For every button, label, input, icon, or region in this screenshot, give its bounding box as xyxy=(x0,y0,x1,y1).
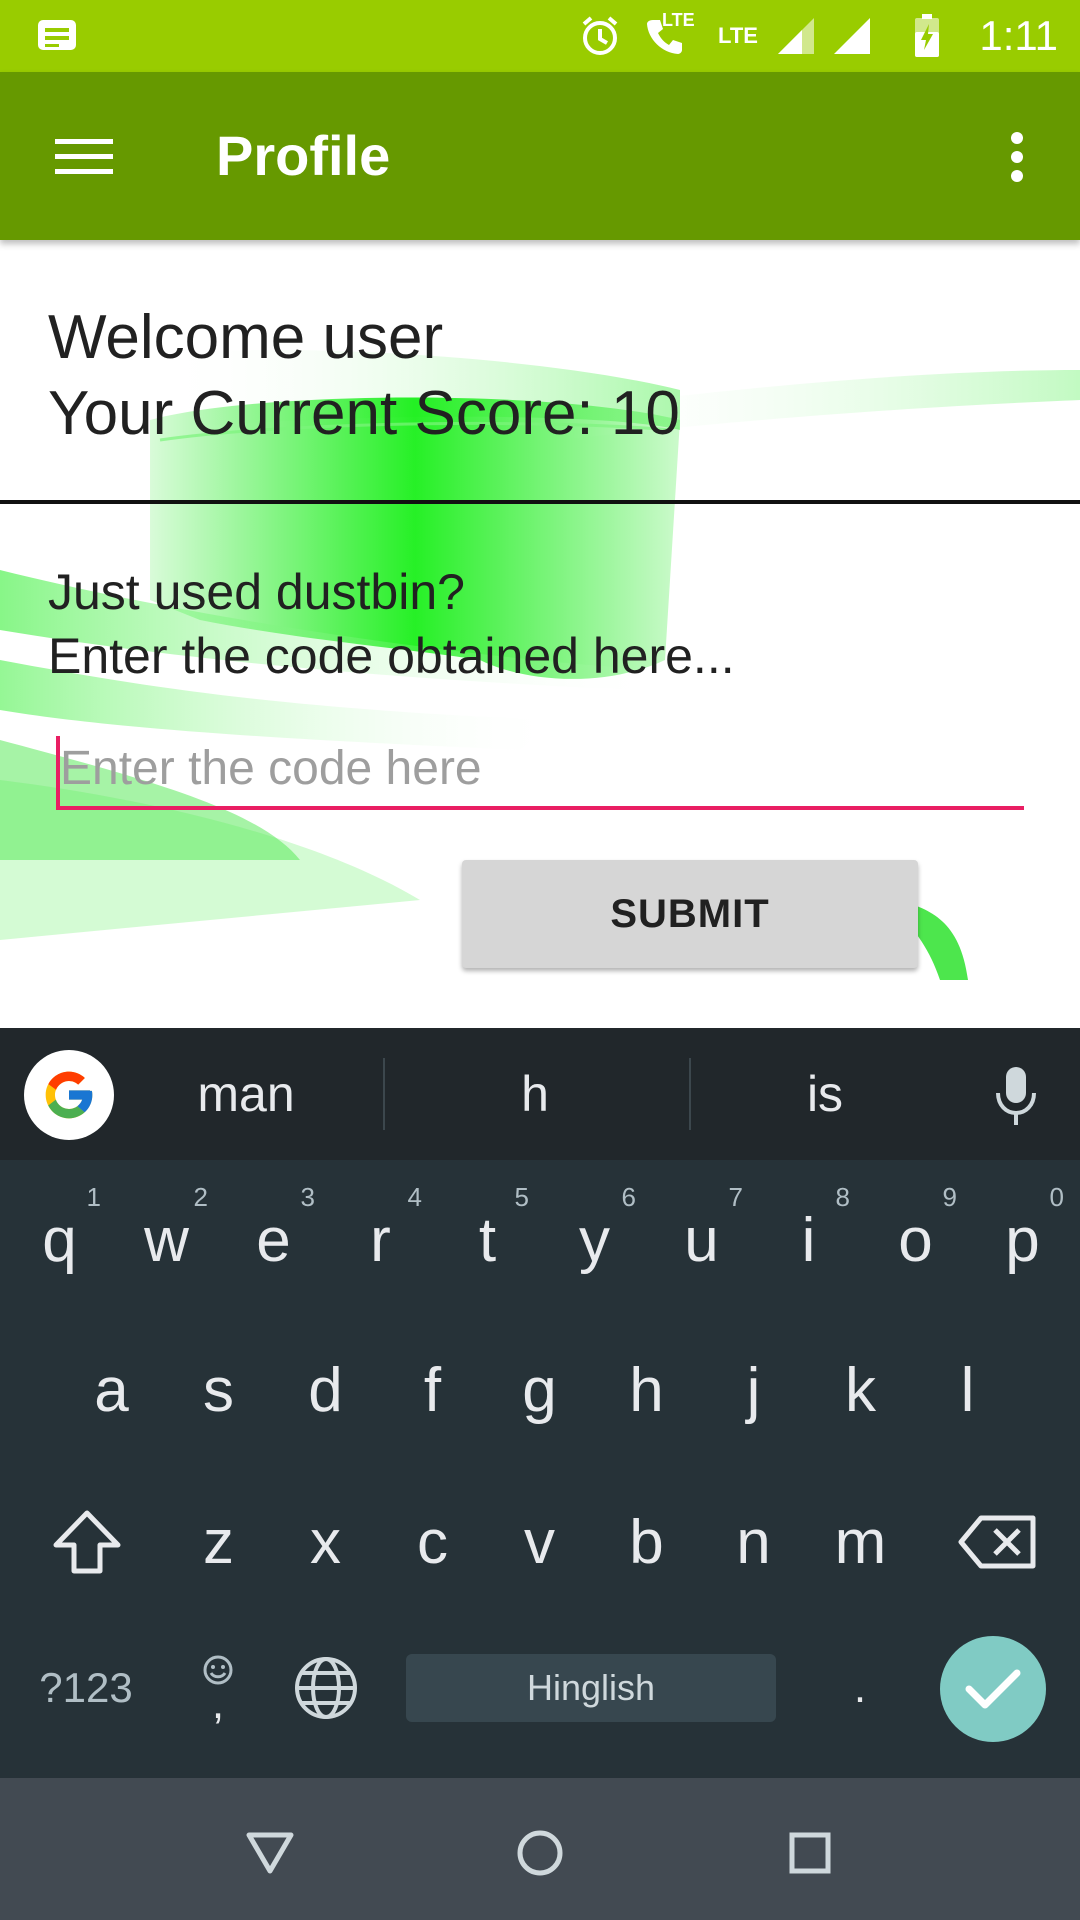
key-y[interactable]: y6 xyxy=(541,1170,648,1310)
suggestion-strip: man h is xyxy=(0,1028,1080,1160)
welcome-block: Welcome user Your Current Score: 10 xyxy=(48,300,680,452)
backspace-icon[interactable] xyxy=(932,1472,1062,1612)
enter-check-icon[interactable] xyxy=(940,1636,1046,1742)
key-o[interactable]: o9 xyxy=(862,1170,969,1310)
suggestion-divider xyxy=(383,1058,385,1130)
space-bar[interactable]: Hinglish xyxy=(406,1654,776,1722)
suggestion-1[interactable]: man xyxy=(132,1028,360,1160)
key-w[interactable]: w2 xyxy=(113,1170,220,1310)
suggestion-2[interactable]: h xyxy=(420,1028,650,1160)
hamburger-menu-icon[interactable] xyxy=(40,122,128,192)
home-icon[interactable] xyxy=(495,1808,585,1898)
suggestion-3[interactable]: is xyxy=(710,1028,940,1160)
key-k[interactable]: k xyxy=(807,1320,914,1460)
app-bar: Profile xyxy=(0,72,1080,240)
symbols-key[interactable]: ?123 xyxy=(16,1618,156,1758)
current-score: Your Current Score: 10 xyxy=(48,379,680,448)
key-u[interactable]: u7 xyxy=(648,1170,755,1310)
key-d[interactable]: d xyxy=(272,1320,379,1460)
clock: 1:11 xyxy=(979,12,1058,59)
comma-label: , xyxy=(211,1679,225,1728)
key-m[interactable]: m xyxy=(807,1472,914,1612)
google-icon[interactable] xyxy=(24,1050,114,1140)
code-prompt: Just used dustbin? Enter the code obtain… xyxy=(48,560,735,688)
key-x[interactable]: x xyxy=(272,1472,379,1612)
key-g[interactable]: g xyxy=(486,1320,593,1460)
key-v[interactable]: v xyxy=(486,1472,593,1612)
key-e[interactable]: e3 xyxy=(220,1170,327,1310)
key-r[interactable]: r4 xyxy=(327,1170,434,1310)
emoji-comma-key[interactable]: , xyxy=(168,1618,268,1758)
alarm-icon xyxy=(578,0,622,72)
prompt-line-1: Just used dustbin? xyxy=(48,564,465,620)
battery-charging-icon xyxy=(912,0,942,72)
volte-call-icon: LTE xyxy=(636,0,695,72)
lte-indicator: LTE xyxy=(712,0,764,72)
divider xyxy=(0,500,1080,504)
lte-label: LTE xyxy=(718,23,758,48)
key-z[interactable]: z xyxy=(165,1472,272,1612)
period-key[interactable]: . xyxy=(810,1618,910,1758)
navigation-bar xyxy=(0,1778,1080,1920)
microphone-icon[interactable] xyxy=(974,1054,1058,1138)
key-t[interactable]: t5 xyxy=(434,1170,541,1310)
more-vert-icon[interactable] xyxy=(982,122,1052,192)
key-b[interactable]: b xyxy=(593,1472,700,1612)
key-f[interactable]: f xyxy=(379,1320,486,1460)
globe-icon[interactable] xyxy=(276,1618,376,1758)
status-bar: LTE LTE 1:11 xyxy=(0,0,1080,72)
text-cursor xyxy=(56,736,60,808)
key-n[interactable]: n xyxy=(700,1472,807,1612)
suggestion-divider xyxy=(689,1058,691,1130)
welcome-text: Welcome user xyxy=(48,303,444,372)
page-title: Profile xyxy=(216,124,391,187)
soft-keyboard: man h is q1 w2 e3 r4 t5 y6 u7 i8 o9 p0 a… xyxy=(0,1028,1080,1778)
profile-content: Welcome user Your Current Score: 10 Just… xyxy=(0,240,1080,1028)
key-c[interactable]: c xyxy=(379,1472,486,1612)
notification-icon xyxy=(34,0,80,72)
key-j[interactable]: j xyxy=(700,1320,807,1460)
key-q[interactable]: q1 xyxy=(6,1170,113,1310)
lte-label: LTE xyxy=(662,10,695,30)
prompt-line-2: Enter the code obtained here... xyxy=(48,628,735,684)
key-l[interactable]: l xyxy=(914,1320,1021,1460)
key-i[interactable]: i8 xyxy=(755,1170,862,1310)
code-input[interactable] xyxy=(56,730,1024,810)
key-s[interactable]: s xyxy=(165,1320,272,1460)
key-a[interactable]: a xyxy=(58,1320,165,1460)
signal-icon xyxy=(774,0,818,72)
signal-icon xyxy=(830,0,874,72)
key-p[interactable]: p0 xyxy=(969,1170,1076,1310)
back-icon[interactable] xyxy=(225,1808,315,1898)
submit-button[interactable]: SUBMIT xyxy=(462,860,918,968)
recents-icon[interactable] xyxy=(765,1808,855,1898)
key-h[interactable]: h xyxy=(593,1320,700,1460)
shift-icon[interactable] xyxy=(22,1472,152,1612)
